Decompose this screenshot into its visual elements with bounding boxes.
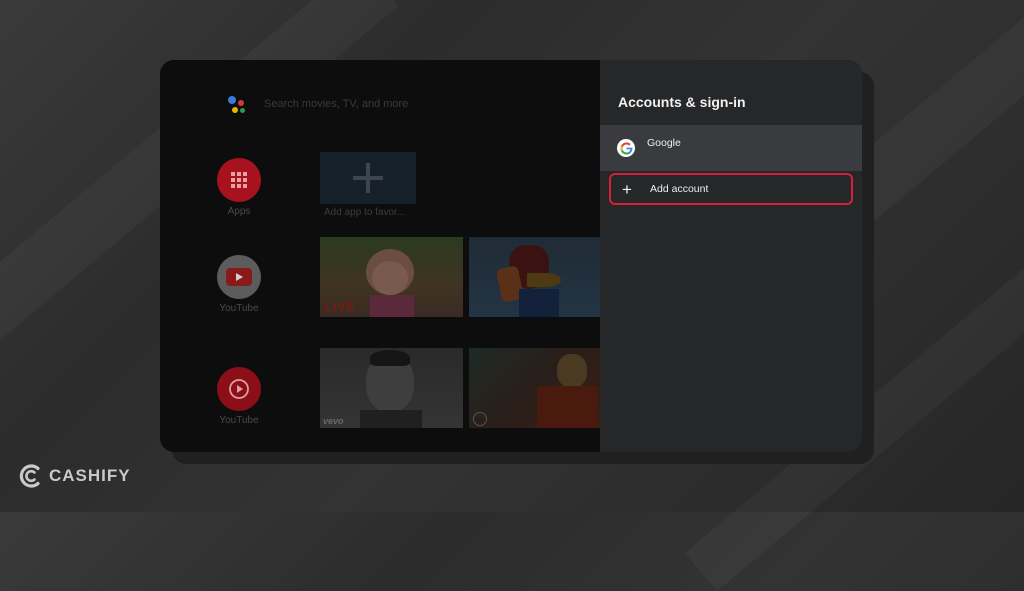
plus-icon: + xyxy=(622,179,632,199)
plus-icon xyxy=(353,163,383,193)
add-account-button[interactable]: + Add account xyxy=(609,173,853,205)
search-placeholder: Search movies, TV, and more xyxy=(264,98,409,110)
video-thumbnail-music[interactable]: vevo xyxy=(320,348,463,428)
add-favorite-tile[interactable] xyxy=(320,152,416,204)
youtube-music-icon xyxy=(217,367,261,411)
app-label: Apps xyxy=(227,206,251,217)
app-label: YouTube xyxy=(219,303,259,314)
settings-panel: Accounts & sign-in Google + Add account xyxy=(600,60,862,452)
woodpecker-body xyxy=(519,289,559,317)
live-badge: LIVE xyxy=(325,300,356,314)
channel-logo-icon xyxy=(473,412,487,426)
person-shirt xyxy=(360,410,422,428)
character-face xyxy=(372,261,408,295)
video-thumbnail-movie[interactable] xyxy=(469,348,600,428)
character-dress xyxy=(370,295,414,317)
google-g-icon xyxy=(617,139,635,157)
beak xyxy=(527,273,561,287)
person-hair xyxy=(370,350,410,366)
google-account-row[interactable]: Google xyxy=(600,125,862,171)
youtube-icon xyxy=(217,255,261,299)
google-account-label: Google xyxy=(647,137,681,149)
cashify-watermark: CASHIFY xyxy=(18,462,131,490)
apps-grid-icon xyxy=(217,158,261,202)
app-youtube-2[interactable]: YouTube xyxy=(214,367,264,426)
cashify-wordmark: CASHIFY xyxy=(49,466,131,485)
android-tv-home: Search movies, TV, and more Apps YouTube… xyxy=(160,60,600,452)
app-youtube[interactable]: YouTube xyxy=(214,255,264,314)
cashify-logo-icon xyxy=(19,464,40,488)
video-thumbnail-masha[interactable]: LIVE xyxy=(320,237,463,317)
panel-title: Accounts & sign-in xyxy=(618,94,746,110)
add-favorite-label: Add app to favor... xyxy=(324,207,406,218)
add-account-label: Add account xyxy=(650,183,709,195)
vevo-badge: vevo xyxy=(323,416,344,426)
actor-jacket xyxy=(537,386,597,428)
video-thumbnail-woody[interactable] xyxy=(469,237,600,317)
google-assistant-icon xyxy=(226,92,252,116)
app-label: YouTube xyxy=(219,415,259,426)
actor-face xyxy=(557,354,587,388)
tv-screen: Search movies, TV, and more Apps YouTube… xyxy=(160,60,862,452)
search-bar[interactable]: Search movies, TV, and more xyxy=(226,92,408,116)
app-apps[interactable]: Apps xyxy=(214,158,264,217)
